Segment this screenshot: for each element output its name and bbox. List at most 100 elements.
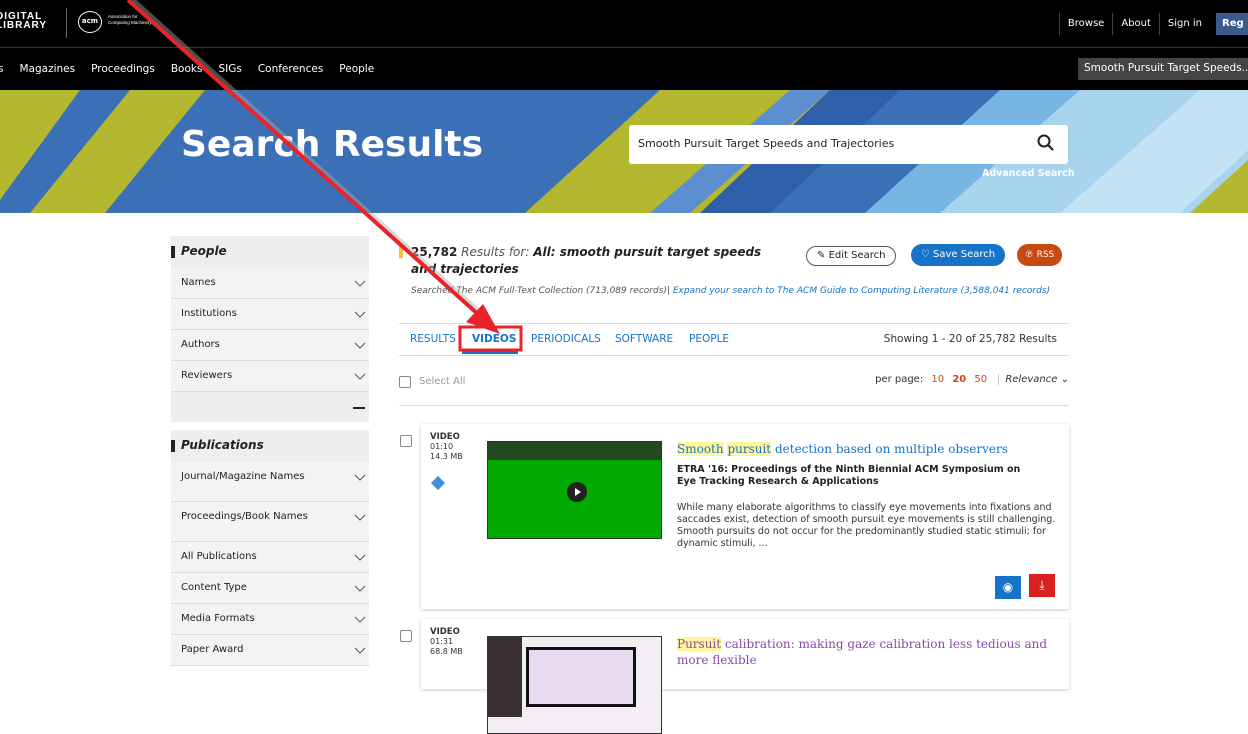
edit-search-label: Edit Search bbox=[828, 250, 886, 261]
download-icon[interactable]: ⤓ bbox=[1029, 574, 1055, 597]
video-thumbnail[interactable] bbox=[487, 441, 662, 539]
tab-software[interactable]: SOFTWARE bbox=[615, 333, 673, 345]
rss-button[interactable]: ℗ RSS bbox=[1017, 244, 1062, 266]
select-row: Select All per page: 10 20 50 Relevance … bbox=[399, 370, 1069, 406]
search-input[interactable]: Smooth Pursuit Target Speeds and Traject… bbox=[638, 137, 894, 150]
per-page-50[interactable]: 50 bbox=[974, 374, 987, 385]
filter-label: Media Formats bbox=[181, 613, 255, 624]
result-venue[interactable]: ETRA '16: Proceedings of the Ninth Bienn… bbox=[677, 464, 1037, 488]
title-text: calibration: making gaze calibration les… bbox=[677, 637, 1048, 667]
filter-reviewers[interactable]: Reviewers bbox=[171, 361, 369, 392]
video-duration: 01:10 bbox=[430, 442, 454, 451]
rss-icon: ℗ bbox=[1024, 250, 1034, 260]
active-tab-indicator bbox=[462, 351, 518, 354]
chevron-down-icon bbox=[354, 474, 366, 481]
nav-item-journals[interactable]: s bbox=[0, 63, 3, 75]
select-all-checkbox[interactable] bbox=[399, 376, 411, 388]
register-button[interactable]: Reg bbox=[1216, 13, 1248, 35]
browse-link[interactable]: Browse bbox=[1058, 13, 1112, 35]
logo-divider bbox=[66, 8, 67, 38]
chevron-down-icon bbox=[354, 647, 366, 654]
video-thumbnail[interactable] bbox=[487, 636, 662, 734]
hero-banner: Search Results Smooth Pursuit Target Spe… bbox=[0, 90, 1248, 213]
sign-in-link[interactable]: Sign in bbox=[1158, 13, 1210, 35]
chevron-down-icon bbox=[354, 311, 366, 318]
main-search-box[interactable]: Smooth Pursuit Target Speeds and Traject… bbox=[629, 125, 1068, 164]
nav-item-conferences[interactable]: Conferences bbox=[258, 63, 323, 75]
collapse-icon[interactable] bbox=[353, 407, 365, 409]
page-title: Search Results bbox=[181, 124, 484, 165]
play-glyph bbox=[575, 488, 581, 496]
result-checkbox[interactable] bbox=[400, 435, 412, 447]
showing-count: Showing 1 - 20 of 25,782 Results bbox=[883, 333, 1057, 345]
tab-periodicals[interactable]: PERIODICALS bbox=[531, 333, 601, 345]
filter-label: Content Type bbox=[181, 582, 247, 593]
chevron-down-icon bbox=[354, 554, 366, 561]
filter-label: All Publications bbox=[181, 551, 257, 562]
result-card: VIDEO 01:10 14.3 MB Smooth pursuit detec… bbox=[421, 424, 1069, 609]
nav-item-proceedings[interactable]: Proceedings bbox=[91, 63, 155, 75]
search-icon[interactable] bbox=[1036, 133, 1056, 153]
nav-item-people[interactable]: People bbox=[339, 63, 374, 75]
searched-collection-note: Searched The ACM Full-Text Collection (7… bbox=[411, 286, 1050, 296]
filter-institutions[interactable]: Institutions bbox=[171, 299, 369, 330]
advanced-search-link[interactable]: Advanced Search bbox=[982, 168, 1074, 179]
nav-item-sigs[interactable]: SIGs bbox=[218, 63, 241, 75]
filter-sidebar: People Names Institutions Authors Review… bbox=[171, 236, 369, 666]
result-card: VIDEO 01:31 68.8 MB Pursuit calibration:… bbox=[421, 619, 1069, 734]
filter-label: Paper Award bbox=[181, 644, 244, 655]
title-highlight: Smooth bbox=[677, 442, 724, 456]
chevron-down-icon bbox=[354, 585, 366, 592]
acm-logo-icon[interactable]: acm bbox=[78, 11, 102, 33]
edit-search-button[interactable]: ✎ Edit Search bbox=[806, 246, 897, 266]
result-title-link[interactable]: Smooth pursuit detection based on multip… bbox=[677, 441, 1008, 457]
filter-label: Reviewers bbox=[181, 370, 233, 381]
filter-media-formats[interactable]: Media Formats bbox=[171, 604, 369, 635]
collapse-row bbox=[171, 392, 369, 422]
tab-videos[interactable]: VIDEOS bbox=[472, 333, 516, 345]
filter-names[interactable]: Names bbox=[171, 268, 369, 299]
nav-item-books[interactable]: Books bbox=[171, 63, 203, 75]
per-page-controls: per page: 10 20 50 Relevance ⌄ bbox=[875, 374, 1069, 385]
expand-search-link[interactable]: Expand your search to The ACM Guide to C… bbox=[673, 286, 1050, 296]
top-bar: DIGITAL LIBRARY acm Association for Comp… bbox=[0, 0, 1248, 47]
per-page-10[interactable]: 10 bbox=[931, 374, 944, 385]
publications-heading-text: Publications bbox=[181, 438, 264, 452]
acm-logo-text: Association for Computing Machinery bbox=[108, 14, 152, 26]
main-nav: s Magazines Proceedings Books SIGs Confe… bbox=[0, 47, 1248, 90]
filter-authors[interactable]: Authors bbox=[171, 330, 369, 361]
result-checkbox[interactable] bbox=[400, 630, 412, 642]
save-search-button[interactable]: ♡ Save Search bbox=[911, 244, 1005, 266]
tab-people[interactable]: PEOPLE bbox=[689, 333, 729, 345]
chevron-down-icon bbox=[354, 514, 366, 521]
video-meta: VIDEO 01:31 68.8 MB bbox=[430, 627, 463, 657]
nav-item-magazines[interactable]: Magazines bbox=[19, 63, 75, 75]
play-video-icon[interactable]: ◉ bbox=[995, 576, 1021, 599]
filter-paper-award[interactable]: Paper Award bbox=[171, 635, 369, 666]
save-search-label: Save Search bbox=[933, 249, 996, 260]
item-type: VIDEO bbox=[430, 627, 460, 637]
title-text: detection based on multiple observers bbox=[774, 442, 1008, 456]
per-page-20[interactable]: 20 bbox=[952, 374, 966, 385]
digital-library-logo[interactable]: DIGITAL LIBRARY bbox=[0, 12, 48, 31]
chevron-down-icon bbox=[354, 280, 366, 287]
video-duration: 01:31 bbox=[430, 637, 454, 646]
pencil-icon: ✎ bbox=[817, 250, 826, 261]
play-icon[interactable] bbox=[567, 482, 587, 502]
filter-content-type[interactable]: Content Type bbox=[171, 573, 369, 604]
tab-results[interactable]: RESULTS bbox=[410, 333, 456, 345]
about-link[interactable]: About bbox=[1112, 13, 1159, 35]
select-all-label[interactable]: Select All bbox=[419, 376, 465, 387]
sort-dropdown[interactable]: Relevance ⌄ bbox=[998, 374, 1069, 385]
filter-label: Authors bbox=[181, 339, 220, 350]
filter-all-publications[interactable]: All Publications bbox=[171, 542, 369, 573]
item-type: VIDEO bbox=[430, 432, 460, 442]
rss-label: RSS bbox=[1036, 250, 1055, 260]
chevron-down-icon: ⌄ bbox=[1060, 374, 1069, 385]
logo-line2: LIBRARY bbox=[0, 20, 48, 31]
publications-filter-heading: Publications bbox=[171, 430, 369, 462]
filter-journal-magazine[interactable]: Journal/Magazine Names bbox=[171, 462, 369, 502]
filter-proceedings-book[interactable]: Proceedings/Book Names bbox=[171, 502, 369, 542]
result-title-link[interactable]: Pursuit calibration: making gaze calibra… bbox=[677, 636, 1047, 668]
quick-search-input[interactable]: Smooth Pursuit Target Speeds... bbox=[1078, 58, 1248, 80]
